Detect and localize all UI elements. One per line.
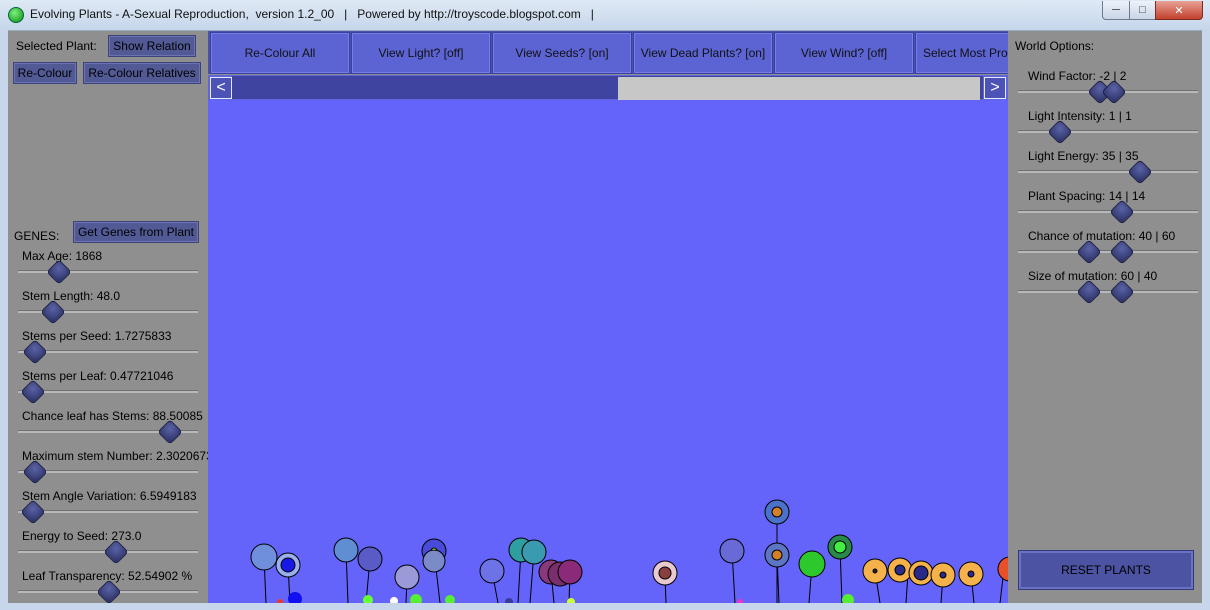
world-option-label: Size of mutation: 60 | 40 xyxy=(1028,269,1158,283)
view-wind-button[interactable]: View Wind? [off] xyxy=(774,32,914,74)
recolour-all-button[interactable]: Re-Colour All xyxy=(210,32,350,74)
recolour-button[interactable]: Re-Colour xyxy=(13,62,77,84)
gene-slider-handle[interactable] xyxy=(22,459,48,485)
world-option-slider-handle[interactable] xyxy=(1126,159,1153,185)
world-option-slider-handle[interactable] xyxy=(1108,199,1135,225)
gene-slider-handle[interactable] xyxy=(103,539,129,565)
scroll-right-arrow-icon[interactable]: > xyxy=(984,77,1006,99)
view-seeds-button[interactable]: View Seeds? [on] xyxy=(492,32,632,74)
world-options-label: World Options: xyxy=(1015,39,1095,53)
gene-slider-track[interactable] xyxy=(18,390,198,393)
window-controls: ─ □ ✕ xyxy=(1102,1,1203,20)
world-option-label: Chance of mutation: 40 | 60 xyxy=(1028,229,1176,243)
scroll-thumb[interactable] xyxy=(618,77,980,100)
world-option-slider-track[interactable] xyxy=(1018,290,1198,293)
plants-canvas xyxy=(250,499,1008,603)
world-option-slider-handle[interactable] xyxy=(1108,239,1135,265)
scroll-track[interactable] xyxy=(232,76,983,100)
get-genes-button[interactable]: Get Genes from Plant xyxy=(73,221,199,243)
world-option-slider-track[interactable] xyxy=(1018,170,1198,173)
window-title: Evolving Plants - A-Sexual Reproduction,… xyxy=(30,7,594,21)
world-option-label: Plant Spacing: 14 | 14 xyxy=(1028,189,1146,203)
window-frame-left xyxy=(0,30,8,610)
recolour-relatives-button[interactable]: Re-Colour Relatives xyxy=(83,62,201,84)
world-option-slider-track[interactable] xyxy=(1018,130,1198,133)
gene-slider-handle[interactable] xyxy=(45,259,72,285)
world-option-slider-handle[interactable] xyxy=(1101,79,1128,105)
gene-slider-handle[interactable] xyxy=(40,299,66,325)
view-dead-plants-button[interactable]: View Dead Plants? [on] xyxy=(633,32,773,74)
view-light-button[interactable]: View Light? [off] xyxy=(351,32,491,74)
world-option-label: Light Energy: 35 | 35 xyxy=(1028,149,1139,163)
gene-label: Chance leaf has Stems: 88.50085 xyxy=(22,409,203,423)
gene-label: Stem Angle Variation: 6.5949183 xyxy=(22,489,197,503)
gene-label: Maximum stem Number: 2.3020673 xyxy=(22,449,213,463)
horizontal-scrollbar[interactable]: < > xyxy=(208,75,1008,100)
world-option-slider-track[interactable] xyxy=(1018,210,1198,213)
app-icon xyxy=(8,7,24,23)
gene-label: Max Age: 1868 xyxy=(22,249,103,263)
world-option-slider-handle[interactable] xyxy=(1108,279,1135,305)
gene-slider-handle[interactable] xyxy=(20,499,47,525)
gene-label: Stems per Leaf: 0.47721046 xyxy=(22,369,174,383)
world-option-label: Light Intensity: 1 | 1 xyxy=(1028,109,1132,123)
reset-plants-button[interactable]: RESET PLANTS xyxy=(1018,550,1194,590)
toolbar: Re-Colour All View Light? [off] View See… xyxy=(208,31,1008,74)
genes-label: GENES: xyxy=(14,229,60,243)
gene-slider-handle[interactable] xyxy=(20,379,47,405)
scroll-left-arrow-icon[interactable]: < xyxy=(210,77,232,99)
gene-label: Stems per Seed: 1.7275833 xyxy=(22,329,172,343)
world-option-slider-handle[interactable] xyxy=(1076,239,1102,265)
window-frame-right xyxy=(1202,30,1210,610)
gene-slider-track[interactable] xyxy=(18,510,198,513)
gene-label: Energy to Seed: 273.0 xyxy=(22,529,142,543)
gene-slider-handle[interactable] xyxy=(96,579,122,605)
world-option-slider-handle[interactable] xyxy=(1076,279,1102,305)
window-frame-bottom xyxy=(0,603,1210,610)
select-most-productive-button[interactable]: Select Most Pro xyxy=(915,32,1008,74)
minimize-button[interactable]: ─ xyxy=(1102,1,1130,20)
selected-plant-label: Selected Plant: xyxy=(16,39,97,53)
maximize-button[interactable]: □ xyxy=(1129,1,1156,20)
close-button[interactable]: ✕ xyxy=(1155,1,1203,20)
left-panel: Selected Plant: Show Relation Re-Colour … xyxy=(8,31,213,605)
world-option-slider-track[interactable] xyxy=(1018,250,1198,253)
world-option-slider-handle[interactable] xyxy=(1047,119,1074,145)
gene-slider-handle[interactable] xyxy=(22,339,48,365)
gene-label: Stem Length: 48.0 xyxy=(22,289,121,303)
right-panel: World Options: Wind Factor: -2 | 2 Light … xyxy=(1008,31,1202,605)
gene-slider-track[interactable] xyxy=(18,270,198,273)
simulation-world[interactable] xyxy=(208,100,1008,603)
show-relation-button[interactable]: Show Relation xyxy=(108,35,196,57)
gene-slider-handle[interactable] xyxy=(157,419,183,445)
